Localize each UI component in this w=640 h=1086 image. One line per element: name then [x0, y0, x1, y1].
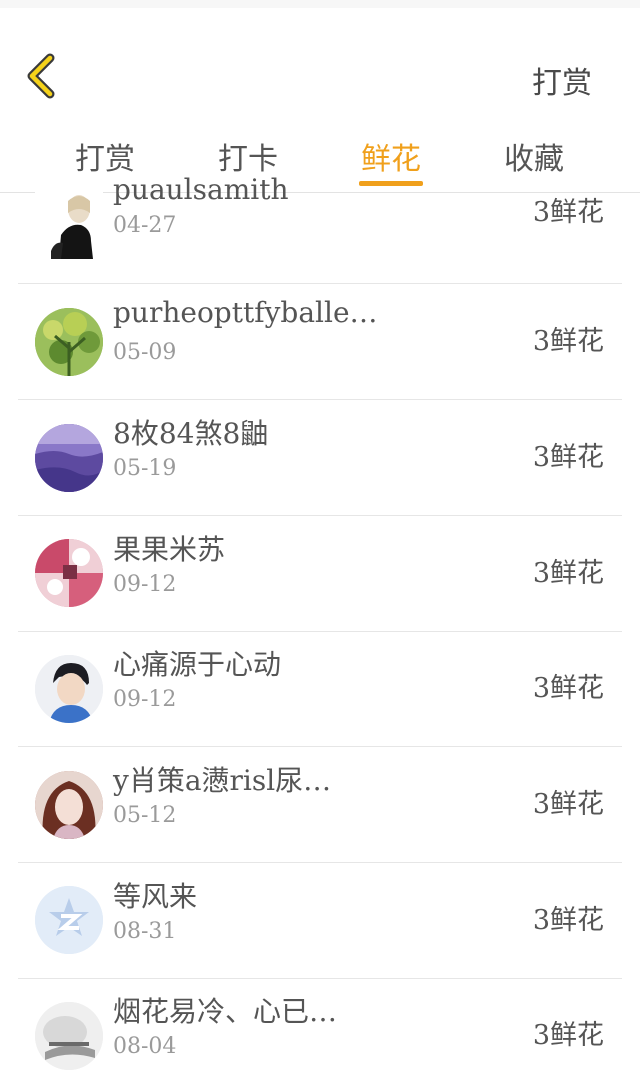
flower-amount: 3鲜花 [532, 673, 604, 704]
user-name: 心痛源于心动 [113, 648, 282, 681]
avatar [35, 771, 103, 839]
list-item[interactable]: 烟花易冷、心已… 08-04 3鲜花 [18, 978, 622, 1086]
user-name: 烟花易冷、心已… [113, 995, 338, 1028]
list-item[interactable]: 心痛源于心动 09-12 3鲜花 [18, 631, 622, 747]
status-bar-strip [0, 0, 640, 8]
header-bar: 打赏 [0, 38, 640, 118]
flower-amount: 3鲜花 [532, 905, 604, 936]
reward-action-button[interactable]: 打赏 [532, 58, 592, 102]
list-item[interactable]: y肖策a懑risl尿… 05-12 3鲜花 [18, 747, 622, 863]
list-item[interactable]: 果果米苏 09-12 3鲜花 [18, 516, 622, 632]
user-name: puaulsamith [113, 173, 289, 206]
avatar [35, 655, 103, 723]
list-item[interactable]: 8枚84煞8鼬 05-19 3鲜花 [18, 400, 622, 516]
list-item[interactable]: purheopttfyballe… 05-09 3鲜花 [18, 284, 622, 400]
list-item[interactable]: puaulsamith 04-27 3鲜花 [18, 168, 622, 284]
flower-amount: 3鲜花 [532, 558, 604, 589]
user-name: 果果米苏 [113, 533, 226, 566]
back-button[interactable] [22, 52, 62, 100]
chevron-left-icon [27, 53, 55, 99]
avatar [35, 424, 103, 492]
record-date: 09-12 [113, 687, 177, 712]
user-name: y肖策a懑risl尿… [113, 764, 332, 797]
avatar [35, 1002, 103, 1070]
record-date: 04-27 [113, 213, 177, 238]
record-date: 05-12 [113, 803, 177, 828]
record-date: 09-12 [113, 572, 177, 597]
avatar [35, 308, 103, 376]
flower-amount: 3鲜花 [532, 789, 604, 820]
list-item[interactable]: 等风来 08-31 3鲜花 [18, 863, 622, 979]
flower-amount: 3鲜花 [532, 326, 604, 357]
user-name: 8枚84煞8鼬 [113, 417, 269, 450]
flower-amount: 3鲜花 [532, 442, 604, 473]
avatar [35, 886, 103, 954]
user-name: 等风来 [113, 880, 198, 913]
flower-amount: 3鲜花 [532, 1020, 604, 1051]
record-date: 08-04 [113, 1034, 177, 1059]
avatar [35, 539, 103, 607]
user-name: purheopttfyballe… [113, 296, 378, 329]
avatar [35, 191, 103, 259]
record-date: 08-31 [113, 919, 177, 944]
record-date: 05-19 [113, 456, 177, 481]
flower-amount: 3鲜花 [532, 197, 604, 228]
record-date: 05-09 [113, 340, 177, 365]
flower-records-screen: 打赏 打赏 打卡 鲜花 收藏 puaulsamith 04-27 3鲜花 pur… [0, 0, 640, 1086]
